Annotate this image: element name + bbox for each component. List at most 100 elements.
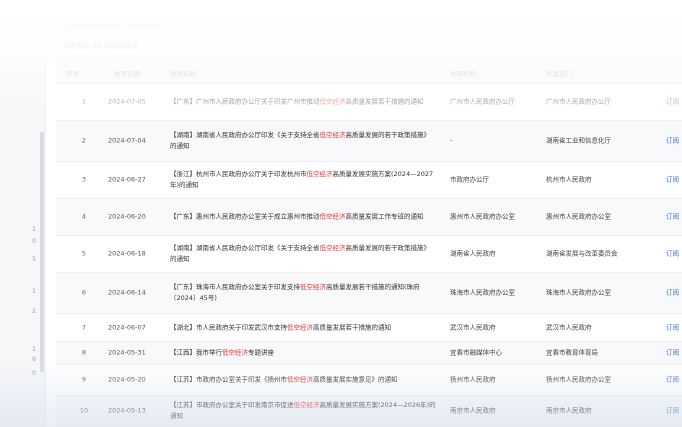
row-date: 2024-06-27: [108, 175, 146, 184]
row-index: 9: [81, 375, 87, 384]
row-title-link[interactable]: 【广东】惠州市人民政府办公室关于成立惠州市推动低空经济高质量发展工作专班的通知: [170, 212, 436, 223]
left-count: 1: [32, 226, 36, 233]
row-agency: -: [450, 136, 453, 145]
row-index: 10: [79, 406, 89, 414]
keyword-highlight: 低空经济: [222, 348, 248, 357]
row-title-link[interactable]: 【江西】我市举行低空经济专题讲座: [170, 348, 436, 359]
title-text: 高质量发展若干措施的通知: [345, 97, 424, 106]
row-title-link[interactable]: 【湖南】湖南省人民政府办公厅印发《关于支持全省低空经济高质量发展的若干政策措施》…: [170, 130, 436, 152]
keyword-highlight: 低空经济: [306, 170, 333, 178]
subscribe-link[interactable]: 订阅: [666, 175, 679, 186]
row-dept: 珠海市人民政府办公室: [546, 288, 611, 297]
row-agency: 湖南省人民政府: [450, 249, 496, 258]
row-title-link[interactable]: 【湖北】市人民政府关于印发武汉市支持低空经济高质量发展若干措施的通知: [170, 322, 436, 333]
keyword-highlight: 低空经济: [293, 400, 320, 409]
top-bar: Government Policies 共检索到 10 条政策结果: [0, 0, 682, 60]
row-title-link[interactable]: 【广东】珠海市人民政府办公室关于印发支持低空经济高质量发展若干措施的通知(珠府〔…: [170, 282, 436, 304]
row-index: 3: [81, 175, 87, 184]
table-row[interactable]: 9 2024-05-20 【江苏】市政府办公室关于印发《扬州市低空经济高质量发展实施…: [56, 365, 682, 396]
subscribe-link[interactable]: 订阅: [666, 322, 679, 333]
row-agency: 惠州市人民政府办公室: [450, 212, 515, 221]
row-title-link[interactable]: 【广东】广州市人民政府办公厅关于印发广州市推动低空经济高质量发展若干措施的通知: [170, 97, 436, 108]
row-date: 2024-07-05: [108, 97, 146, 106]
result-count: 共检索到 10 条政策结果: [62, 42, 139, 50]
keyword-highlight: 低空经济: [287, 375, 313, 384]
left-count: 5: [32, 256, 36, 263]
column-header-date: 发布日期: [114, 70, 140, 78]
row-agency: 广州市人民政府办公厅: [450, 97, 515, 106]
row-dept: 武汉市人民政府: [546, 323, 592, 331]
column-header-agency: 发布机构: [450, 70, 476, 78]
keyword-highlight: 低空经济: [319, 131, 346, 139]
row-date: 2024-06-20: [108, 212, 146, 221]
subscribe-link[interactable]: 订阅: [666, 249, 679, 260]
table-row[interactable]: 3 2024-06-27 【浙江】杭州市人民政府办公厅关于印发杭州市低空经济高质量发…: [56, 162, 682, 199]
row-agency: 南京市人民政府: [450, 406, 496, 414]
row-date: 2024-05-20: [108, 375, 146, 384]
left-count: 0: [32, 238, 36, 245]
subscribe-link[interactable]: 订阅: [666, 212, 679, 223]
subscribe-link[interactable]: 订阅: [666, 348, 679, 359]
page-title: Government Policies: [62, 22, 160, 32]
title-text: 【湖北】市人民政府关于印发武汉市支持: [170, 323, 287, 331]
row-dept: 广州市人民政府办公厅: [546, 97, 611, 106]
keyword-highlight: 低空经济: [287, 323, 313, 331]
table-body: 1 2024-07-05 【广东】广州市人民政府办公厅关于印发广州市推动低空经济高质…: [56, 84, 682, 426]
row-title-link[interactable]: 【江苏】市政府办公室关于印发南京市促进低空经济高质量发展实施方案(2024—20…: [170, 400, 436, 422]
title-text: 【浙江】杭州市人民政府办公厅关于印发杭州市: [170, 170, 307, 178]
table-row[interactable]: 1 2024-07-05 【广东】广州市人民政府办公厅关于印发广州市推动低空经济高质…: [56, 84, 682, 121]
column-header-index: 序号: [66, 70, 79, 78]
title-text: 【江苏】市政府办公室关于印发南京市促进: [170, 400, 294, 409]
title-text: 高质量发展实施意见》的通知: [313, 375, 398, 384]
table-row[interactable]: 5 2024-06-18 【湖南】湖南省人民政府办公厅印发《关于支持全省低空经济高质…: [56, 236, 682, 273]
subscribe-link[interactable]: 订阅: [666, 136, 679, 147]
left-count: 6: [32, 356, 36, 363]
title-text: 专题讲座: [248, 348, 274, 357]
row-dept: 惠州市人民政府办公室: [546, 212, 611, 221]
subscribe-link[interactable]: 订阅: [666, 405, 679, 416]
table-row[interactable]: 6 2024-06-14 【广东】珠海市人民政府办公室关于印发支持低空经济高质量发展…: [56, 273, 682, 314]
left-count: 1: [32, 346, 36, 353]
left-panel: 1 0 5 1 2 1 6 0: [0, 60, 46, 427]
row-index: 7: [81, 323, 87, 331]
subscribe-link[interactable]: 订阅: [666, 97, 679, 108]
keyword-highlight: 低空经济: [319, 212, 346, 221]
policy-table: 序号 发布日期 政策标题 发布机构 所属部门 1 2024-07-05 【广东】广州…: [56, 60, 682, 426]
keyword-highlight: 低空经济: [319, 244, 346, 252]
row-date: 2024-06-07: [108, 323, 146, 331]
table-row[interactable]: 7 2024-06-07 【湖北】市人民政府关于印发武汉市支持低空经济高质量发展若干…: [56, 314, 682, 342]
row-title-link[interactable]: 【江苏】市政府办公室关于印发《扬州市低空经济高质量发展实施意见》的通知: [170, 375, 436, 386]
left-count: 2: [32, 308, 36, 315]
row-title-link[interactable]: 【湖南】湖南省人民政府办公厅印发《关于支持全省低空经济高质量发展的若干政策措施》…: [170, 243, 436, 265]
table-row[interactable]: 10 2024-05-13 【江苏】市政府办公室关于印发南京市促进低空经济高质量发展…: [56, 396, 682, 426]
title-text: 高质量发展工作专班的通知: [345, 212, 424, 221]
left-count: 0: [32, 370, 36, 377]
row-dept: 宜春市教育体育局: [546, 348, 598, 357]
column-header-title: 政策标题: [170, 70, 196, 78]
keyword-highlight: 低空经济: [300, 283, 326, 291]
row-agency: 市政府办公厅: [450, 175, 489, 184]
row-agency: 扬州市人民政府: [450, 375, 496, 384]
title-text: 【江西】我市举行: [170, 348, 222, 357]
row-date: 2024-06-18: [108, 249, 146, 258]
row-agency: 宜春市融媒体中心: [450, 348, 502, 357]
table-row[interactable]: 2 2024-07-04 【湖南】湖南省人民政府办公厅印发《关于支持全省低空经济高质…: [56, 121, 682, 162]
keyword-highlight: 低空经济: [319, 97, 346, 106]
subscribe-link[interactable]: 订阅: [666, 288, 679, 299]
row-agency: 武汉市人民政府: [450, 323, 496, 331]
table-row[interactable]: 8 2024-05-31 【江西】我市举行低空经济专题讲座 宜春市融媒体中心 宜春市教育…: [56, 342, 682, 365]
row-index: 1: [81, 97, 87, 106]
row-dept: 湖南省发展与改革委员会: [546, 249, 618, 258]
row-agency: 珠海市人民政府办公室: [450, 288, 515, 297]
table-row[interactable]: 4 2024-06-20 【广东】惠州市人民政府办公室关于成立惠州市推动低空经济高质…: [56, 199, 682, 236]
subscribe-link[interactable]: 订阅: [666, 375, 679, 386]
row-title-link[interactable]: 【浙江】杭州市人民政府办公厅关于印发杭州市低空经济高质量发展实施方案(2024—…: [170, 169, 436, 191]
row-dept: 扬州市人民政府办公室: [546, 375, 611, 384]
row-index: 2: [81, 136, 87, 145]
scrollbar[interactable]: [40, 132, 44, 372]
title-text: 【广东】惠州市人民政府办公室关于成立惠州市推动: [170, 212, 320, 221]
row-date: 2024-07-04: [108, 136, 146, 145]
column-header-dept: 所属部门: [546, 70, 572, 78]
title-text: 【湖南】湖南省人民政府办公厅印发《关于支持全省: [170, 131, 320, 139]
row-index: 5: [81, 249, 87, 258]
